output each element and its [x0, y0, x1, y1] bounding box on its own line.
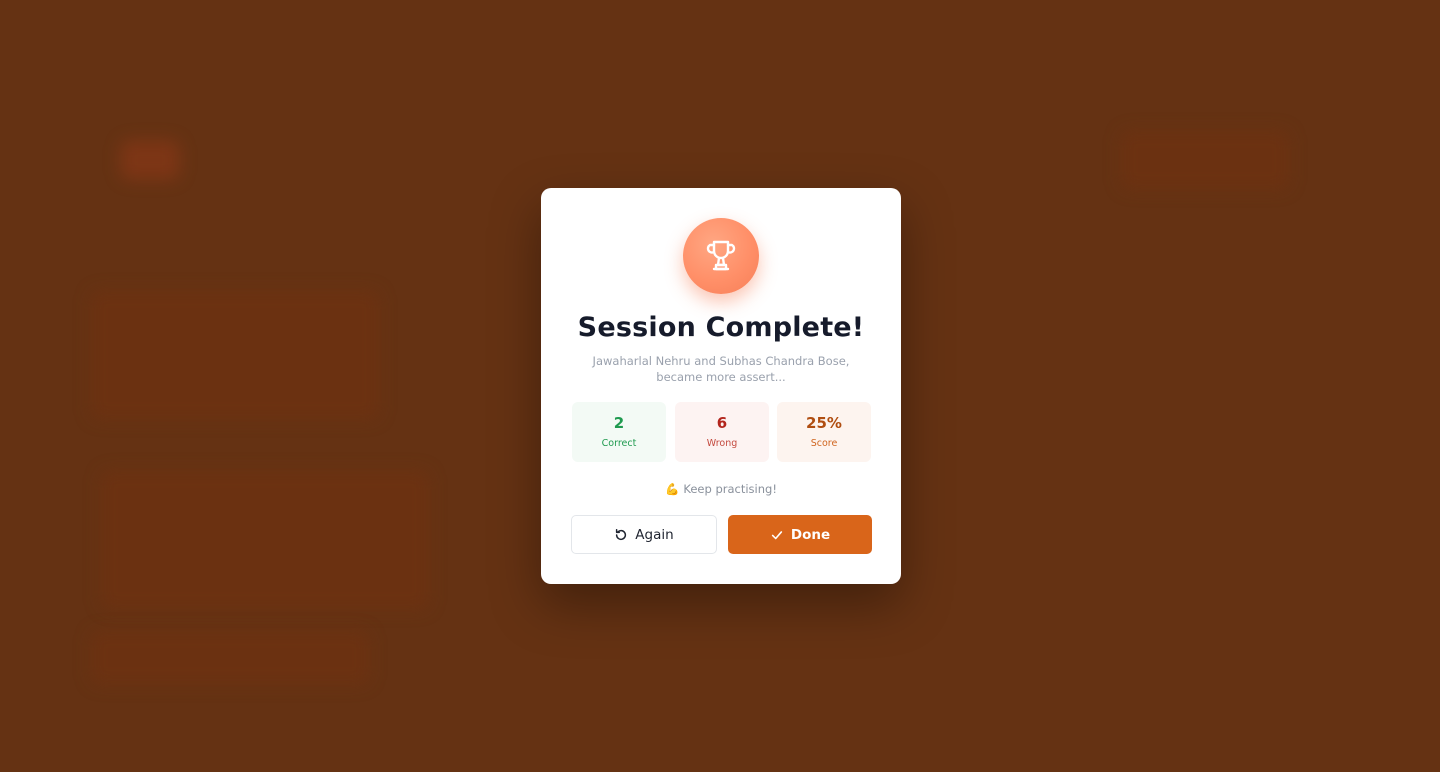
again-button[interactable]: Again	[571, 515, 717, 554]
background-blur	[100, 470, 430, 610]
wrong-count: 6	[716, 414, 728, 432]
flexed-biceps-icon: 💪	[665, 482, 680, 496]
done-button[interactable]: Done	[728, 515, 872, 554]
refresh-icon	[614, 528, 628, 542]
dialog-title: Session Complete!	[577, 312, 865, 343]
wrong-label: Wrong	[706, 438, 738, 449]
background-blur	[1120, 130, 1290, 190]
background-blur	[120, 140, 180, 180]
score-value: 25%	[806, 414, 842, 432]
background-blur	[90, 290, 380, 420]
again-label: Again	[635, 526, 674, 543]
session-complete-dialog: Session Complete! Jawaharlal Nehru and S…	[541, 188, 901, 584]
done-label: Done	[790, 526, 831, 543]
encouragement-message: 💪 Keep practising!	[541, 482, 901, 496]
stat-wrong: 6 Wrong	[675, 402, 769, 462]
score-label: Score	[810, 438, 838, 449]
stat-score: 25% Score	[777, 402, 871, 462]
trophy-badge	[683, 218, 759, 294]
correct-count: 2	[613, 414, 625, 432]
check-icon	[770, 528, 784, 542]
stat-correct: 2 Correct	[572, 402, 666, 462]
background-blur	[90, 630, 370, 685]
question-excerpt: Jawaharlal Nehru and Subhas Chandra Bose…	[592, 354, 850, 384]
correct-label: Correct	[601, 438, 637, 449]
encouragement-text: Keep practising!	[683, 482, 777, 496]
